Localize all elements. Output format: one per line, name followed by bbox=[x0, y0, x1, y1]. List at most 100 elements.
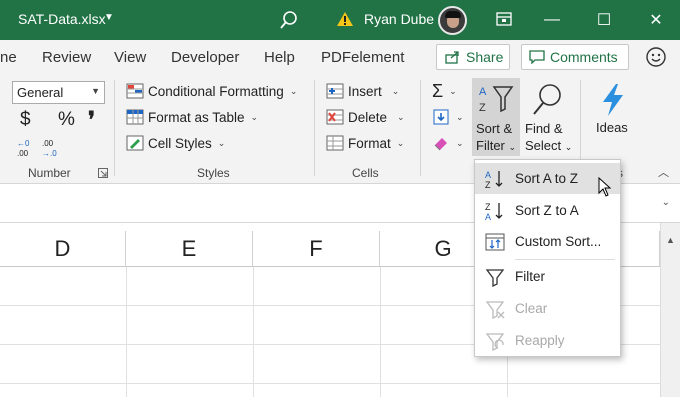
chevron-down-icon: ⌄ bbox=[456, 111, 464, 122]
svg-text:Z: Z bbox=[485, 180, 491, 189]
table-format-icon bbox=[126, 109, 144, 125]
sort-filter-button[interactable]: A Z Sort & Filter ⌄ bbox=[472, 78, 520, 156]
format-cells-button[interactable]: Format ⌄ bbox=[326, 132, 404, 154]
ribbon-display-icon[interactable] bbox=[496, 12, 512, 26]
menu-separator bbox=[515, 259, 615, 260]
share-button[interactable]: Share bbox=[436, 44, 510, 70]
tab-developer[interactable]: Developer bbox=[171, 49, 239, 66]
chevron-down-icon: ▼ bbox=[91, 86, 100, 96]
column-header-d[interactable]: D bbox=[0, 231, 126, 267]
menu-item-label: Filter bbox=[515, 269, 545, 284]
find-select-button[interactable]: Find & Select ⌄ bbox=[522, 78, 574, 156]
scroll-up-arrow-icon[interactable]: ▲ bbox=[666, 235, 675, 245]
svg-text:A: A bbox=[485, 212, 491, 221]
reapply-filter-icon bbox=[485, 332, 505, 351]
column-gridline bbox=[253, 267, 254, 397]
format-as-table-button[interactable]: Format as Table ⌄ bbox=[126, 106, 258, 128]
tab-view[interactable]: View bbox=[114, 49, 146, 66]
warning-icon[interactable] bbox=[336, 11, 354, 27]
chevron-down-icon: ⌄ bbox=[391, 85, 400, 96]
share-label: Share bbox=[466, 49, 504, 65]
styles-group-label: Styles bbox=[197, 166, 230, 180]
menu-item-label: Sort Z to A bbox=[515, 203, 579, 218]
chevron-down-icon: ⌄ bbox=[289, 85, 298, 96]
mouse-cursor-icon bbox=[598, 177, 612, 197]
find-select-label-line2: Select ⌄ bbox=[525, 138, 573, 153]
tab-review[interactable]: Review bbox=[42, 49, 91, 66]
chevron-down-icon: ⌄ bbox=[396, 137, 405, 148]
dialog-launcher-icon[interactable] bbox=[98, 168, 108, 178]
tab-help[interactable]: Help bbox=[264, 49, 295, 66]
conditional-formatting-button[interactable]: Conditional Formatting ⌄ bbox=[126, 80, 297, 102]
minimize-button[interactable]: — bbox=[542, 10, 562, 30]
chevron-down-icon: ⌄ bbox=[397, 111, 405, 122]
menu-item-label: Clear bbox=[515, 301, 548, 316]
file-name[interactable]: SAT-Data.xlsx bbox=[18, 11, 106, 27]
fill-button[interactable]: ⌄ bbox=[432, 106, 464, 128]
menu-item-label: Custom Sort... bbox=[515, 234, 602, 249]
insert-label: Insert bbox=[348, 83, 382, 99]
group-divider bbox=[314, 80, 315, 176]
clear-button[interactable]: ⌄ bbox=[432, 132, 464, 154]
menu-item-clear[interactable]: Clear bbox=[475, 293, 620, 324]
fill-down-icon bbox=[433, 109, 449, 125]
menu-item-sort-z-to-a[interactable]: Z A Sort Z to A bbox=[475, 195, 620, 226]
svg-text:.00: .00 bbox=[42, 139, 54, 148]
filter-icon bbox=[485, 268, 505, 287]
currency-button[interactable]: $ bbox=[20, 109, 31, 131]
user-name[interactable]: Ryan Dube bbox=[364, 11, 434, 27]
tab-home[interactable]: ne bbox=[0, 49, 17, 66]
comma-style-button[interactable]: ❜ bbox=[88, 107, 95, 133]
column-header-e[interactable]: E bbox=[126, 231, 253, 267]
svg-text:←0: ←0 bbox=[17, 139, 30, 148]
decrease-decimal-icon[interactable]: .00 →.0 bbox=[40, 138, 62, 158]
sort-filter-label-line1: Sort & bbox=[476, 121, 513, 136]
autosum-button[interactable]: Σ ⌄ bbox=[432, 80, 457, 102]
menu-item-custom-sort[interactable]: Custom Sort... bbox=[475, 226, 620, 257]
ideas-button[interactable]: Ideas bbox=[590, 78, 636, 156]
format-as-table-label: Format as Table bbox=[148, 109, 245, 125]
cell-styles-label: Cell Styles bbox=[148, 135, 212, 151]
vertical-scrollbar[interactable]: ▲ bbox=[660, 223, 680, 397]
cell-styles-button[interactable]: Cell Styles ⌄ bbox=[126, 132, 225, 154]
find-select-label-line1: Find & bbox=[525, 121, 563, 136]
number-format-select[interactable]: General ▼ bbox=[12, 81, 105, 104]
svg-text:→.0: →.0 bbox=[42, 149, 57, 158]
maximize-button[interactable]: ☐ bbox=[594, 10, 614, 30]
menu-item-reapply[interactable]: Reapply bbox=[475, 325, 620, 356]
close-button[interactable]: ✕ bbox=[646, 10, 666, 30]
share-icon bbox=[445, 51, 459, 64]
title-bar: SAT-Data.xlsx ▼ Ryan Dube — ☐ ✕ bbox=[0, 0, 680, 40]
smiley-feedback-icon[interactable] bbox=[645, 46, 667, 68]
delete-cells-button[interactable]: Delete ⌄ bbox=[326, 106, 405, 128]
file-menu-chevron-icon[interactable]: ▼ bbox=[104, 12, 114, 23]
search-icon[interactable] bbox=[278, 9, 300, 31]
svg-text:Z: Z bbox=[485, 202, 491, 212]
conditional-formatting-label: Conditional Formatting bbox=[148, 83, 284, 99]
svg-text:.00: .00 bbox=[17, 149, 29, 158]
format-label: Format bbox=[348, 135, 391, 151]
insert-cells-button[interactable]: Insert ⌄ bbox=[326, 80, 399, 102]
avatar[interactable] bbox=[438, 6, 467, 35]
cells-group-label: Cells bbox=[352, 166, 379, 180]
sort-filter-icon: A Z bbox=[479, 86, 514, 114]
comments-label: Comments bbox=[550, 49, 618, 65]
insert-cells-icon bbox=[326, 83, 344, 99]
avatar-hair bbox=[445, 11, 461, 18]
column-header-f[interactable]: F bbox=[253, 231, 380, 267]
collapse-ribbon-icon[interactable]: ︿ bbox=[658, 164, 669, 180]
custom-sort-icon bbox=[485, 233, 505, 250]
sort-descending-icon: Z A bbox=[485, 202, 503, 221]
chevron-down-icon: ⌄ bbox=[217, 137, 226, 148]
percent-button[interactable]: % bbox=[58, 109, 75, 131]
increase-decimal-icon[interactable]: ←0 .00 bbox=[16, 138, 36, 158]
cell-styles-icon bbox=[126, 135, 144, 151]
expand-formula-bar-chevron-icon[interactable]: ⌄ bbox=[662, 197, 670, 208]
tab-pdfelement[interactable]: PDFelement bbox=[321, 49, 404, 66]
comments-button[interactable]: Comments bbox=[521, 44, 629, 70]
magnifier-icon bbox=[533, 84, 561, 115]
menu-item-filter[interactable]: Filter bbox=[475, 261, 620, 292]
group-divider bbox=[420, 80, 421, 176]
menu-item-label: Sort A to Z bbox=[515, 171, 579, 186]
menu-item-label: Reapply bbox=[515, 333, 565, 348]
